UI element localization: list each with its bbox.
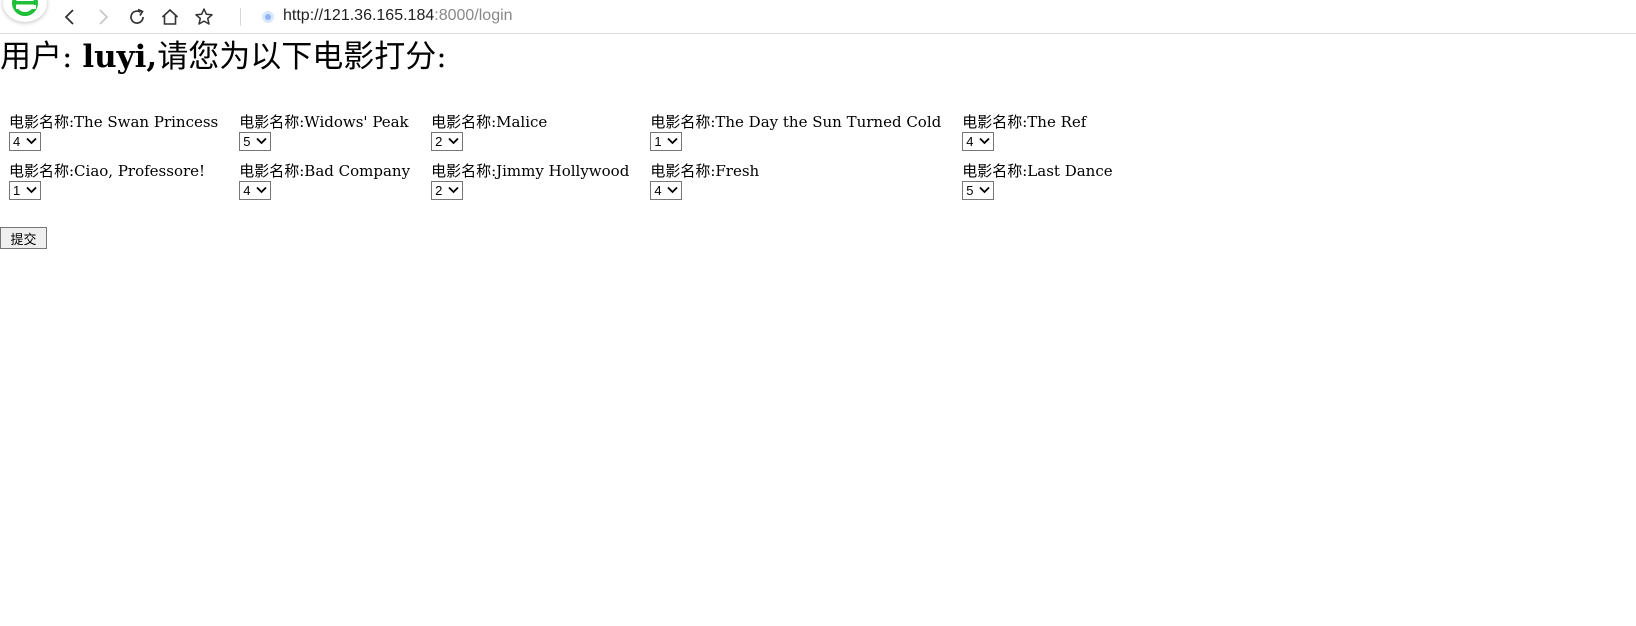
movie-label: 电影名称:Malice [431,113,548,131]
title-suffix: 请您为以下电影打分: [157,39,447,75]
site-info-icon[interactable] [262,11,274,23]
back-button[interactable] [56,4,84,30]
movie-label: 电影名称:Widows' Peak [239,113,409,131]
rating-select[interactable]: 5 [239,132,272,151]
movie-label: 电影名称:Bad Company [239,162,411,180]
movie-rating-table: 电影名称:The Swan Princess 4 电影名称:Widows' Pe… [6,110,1133,210]
movie-label: 电影名称:Ciao, Professore! [9,162,206,180]
movie-cell: 电影名称:Bad Company 4 [238,161,428,208]
movie-cell: 电影名称:The Swan Princess 4 [8,112,236,159]
movie-label: 电影名称:Jimmy Hollywood [431,162,630,180]
rating-select[interactable]: 4 [9,132,41,151]
rating-select[interactable]: 4 [239,181,272,200]
title-prefix: 用户: [0,39,83,75]
url-host: http://121.36.165.184 [283,7,435,24]
browser-toolbar: http://121.36.165.184:8000/login [0,0,1636,34]
movie-label: 电影名称:The Swan Princess [9,113,219,131]
page-title: 用户: luyi,请您为以下电影打分: [0,37,447,77]
reload-icon [130,8,144,24]
forward-button[interactable] [89,4,117,30]
movie-cell: 电影名称:The Day the Sun Turned Cold 1 [649,112,959,159]
rating-select[interactable]: 1 [650,132,683,151]
movie-cell: 电影名称:Last Dance 5 [961,161,1130,208]
rating-select[interactable]: 4 [650,181,683,200]
table-row: 电影名称:Ciao, Professore! 1 电影名称:Bad Compan… [8,161,1131,208]
movie-label: 电影名称:Fresh [650,162,760,180]
rating-select[interactable]: 1 [9,181,41,200]
movie-label: 电影名称:Last Dance [962,162,1113,180]
movie-label: 电影名称:The Day the Sun Turned Cold [650,113,942,131]
url-path: :8000/login [434,7,513,24]
rating-select[interactable]: 2 [431,181,464,200]
movie-cell: 电影名称:Jimmy Hollywood 2 [430,161,647,208]
username: luyi, [82,39,158,75]
movie-cell: 电影名称:Fresh 4 [649,161,959,208]
rating-select[interactable]: 4 [962,132,995,151]
home-button[interactable] [156,4,184,30]
address-bar[interactable]: http://121.36.165.184:8000/login [283,7,513,25]
browser-logo-icon[interactable] [3,0,47,22]
movie-label: 电影名称:The Ref [962,113,1087,131]
bookmark-star-icon [195,8,213,25]
bookmark-button[interactable] [190,4,218,30]
reload-button[interactable] [123,4,151,30]
movie-cell: 电影名称:Malice 2 [430,112,647,159]
table-row: 电影名称:The Swan Princess 4 电影名称:Widows' Pe… [8,112,1131,159]
movie-cell: 电影名称:Widows' Peak 5 [238,112,428,159]
forward-icon [99,9,109,25]
submit-button[interactable]: 提交 [0,227,47,249]
rating-select[interactable]: 2 [431,132,464,151]
movie-cell: 电影名称:Ciao, Professore! 1 [8,161,236,208]
movie-cell: 电影名称:The Ref 4 [961,112,1130,159]
toolbar-separator [240,8,241,26]
home-icon [161,8,179,25]
rating-select[interactable]: 5 [962,181,995,200]
back-icon [64,9,74,25]
